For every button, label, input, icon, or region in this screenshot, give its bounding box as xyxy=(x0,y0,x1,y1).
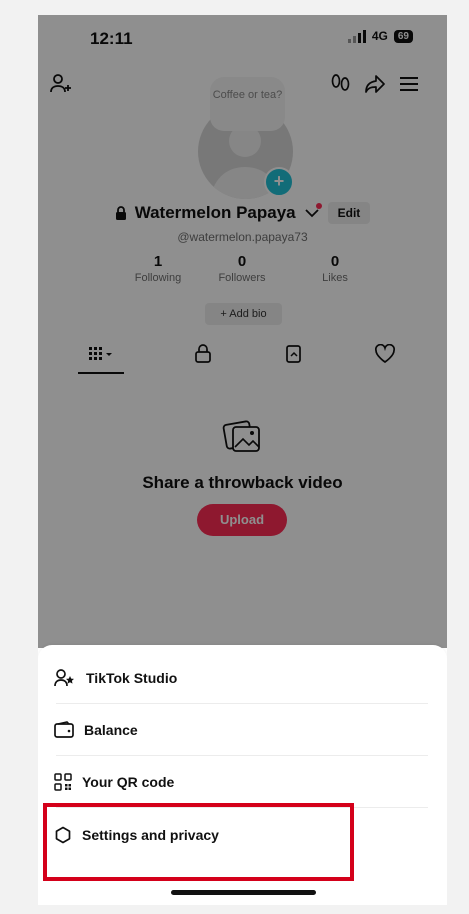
menu-item-label: Your QR code xyxy=(82,774,175,790)
wallet-icon xyxy=(54,721,74,739)
menu-item-balance[interactable]: Balance xyxy=(54,705,429,755)
creator-studio-icon xyxy=(54,668,76,688)
highlight-box xyxy=(43,803,354,881)
menu-divider xyxy=(56,703,428,704)
dim-overlay[interactable] xyxy=(38,15,447,648)
menu-divider xyxy=(56,755,428,756)
menu-item-label: Balance xyxy=(84,722,138,738)
qr-code-icon xyxy=(54,773,72,791)
menu-item-label: TikTok Studio xyxy=(86,670,178,686)
menu-item-qr-code[interactable]: Your QR code xyxy=(54,757,429,807)
home-indicator[interactable] xyxy=(171,890,316,895)
phone-screen: 12:11 4G 69 Coffee or tea? + Watermelon … xyxy=(38,15,447,905)
menu-item-tiktok-studio[interactable]: TikTok Studio xyxy=(54,653,429,703)
